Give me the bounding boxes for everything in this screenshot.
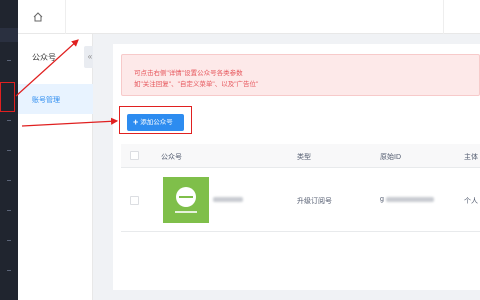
subnav-title: 公众号 (32, 53, 56, 62)
sidebar-item[interactable] (7, 180, 11, 181)
account-type: 升级订阅号 (297, 198, 332, 205)
main-sidebar (0, 0, 18, 300)
table-header: 公众号 类型 原始ID 主体 (121, 144, 480, 168)
column-header: 原始ID (380, 154, 401, 161)
sidebar-active-item[interactable] (0, 28, 18, 42)
account-avatar (163, 177, 209, 223)
top-bar (18, 0, 480, 34)
subnav-item-label: 账号管理 (32, 97, 60, 104)
annotation-box (119, 106, 192, 134)
column-header: 公众号 (161, 154, 182, 161)
divider (65, 0, 66, 34)
table-row: 升级订阅号 g 个人 (121, 168, 480, 232)
alert-line-1: 可点击右侧"详情"设置公众号各类参数 (134, 70, 243, 77)
info-alert: 可点击右侧"详情"设置公众号各类参数 如"关注回复"、"自定义菜单"、以及"广告… (121, 54, 480, 96)
original-id: g (380, 196, 434, 203)
row-checkbox[interactable] (130, 196, 139, 205)
redacted-text (385, 196, 434, 202)
home-icon[interactable] (32, 11, 44, 23)
column-header: 主体 (464, 154, 478, 161)
sidebar-item[interactable] (7, 240, 11, 241)
sub-navigation: 公众号 « 账号管理 (18, 34, 96, 300)
sidebar-item[interactable] (7, 60, 11, 61)
redacted-text (213, 196, 243, 202)
main-content: 可点击右侧"详情"设置公众号各类参数 如"关注回复"、"自定义菜单"、以及"广告… (93, 34, 480, 300)
column-header: 类型 (297, 154, 311, 161)
annotation-box (0, 82, 15, 112)
account-entity: 个人 (464, 198, 478, 205)
select-all-checkbox[interactable] (130, 151, 139, 160)
sidebar-item[interactable] (7, 120, 11, 121)
subnav-item-account-management[interactable]: 账号管理 (18, 84, 93, 114)
sidebar-item[interactable] (7, 270, 11, 271)
sidebar-item[interactable] (7, 150, 11, 151)
sidebar-item[interactable] (7, 210, 11, 211)
divider (443, 0, 444, 34)
account-name (213, 196, 243, 203)
alert-line-2: 如"关注回复"、"自定义菜单"、以及"广告位" (134, 81, 259, 88)
